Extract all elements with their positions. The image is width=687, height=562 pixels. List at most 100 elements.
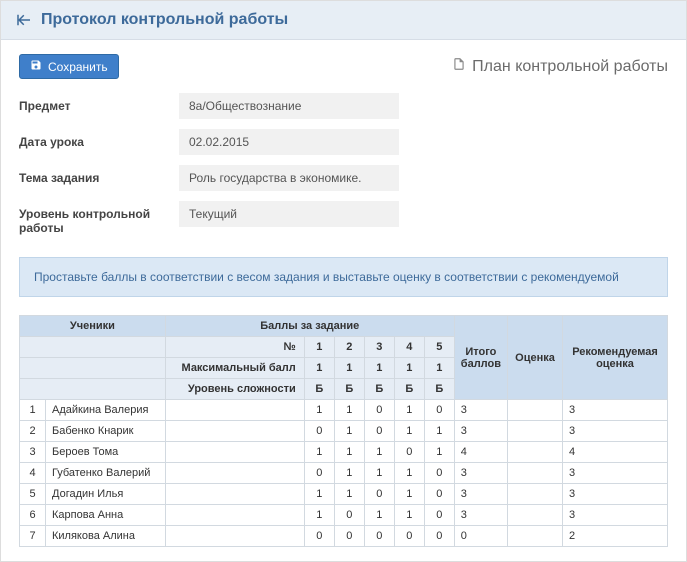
score-cell[interactable]: 0	[424, 463, 454, 484]
plan-link-label: План контрольной работы	[472, 58, 668, 76]
plan-link[interactable]: План контрольной работы	[452, 56, 668, 77]
task-max-4: 1	[394, 358, 424, 379]
row-pad	[165, 442, 304, 463]
date-row: Дата урока 02.02.2015	[19, 129, 668, 155]
score-cell[interactable]: 1	[394, 505, 424, 526]
score-cell[interactable]: 1	[364, 442, 394, 463]
score-cell[interactable]: 1	[304, 400, 334, 421]
score-cell[interactable]: 1	[394, 484, 424, 505]
score-cell[interactable]: 1	[334, 421, 364, 442]
score-cell[interactable]: 1	[394, 400, 424, 421]
score-cell[interactable]: 1	[424, 442, 454, 463]
score-cell[interactable]: 1	[364, 463, 394, 484]
student-name: Адайкина Валерия	[46, 400, 166, 421]
score-cell[interactable]: 0	[424, 505, 454, 526]
topic-label: Тема задания	[19, 165, 179, 185]
score-cell[interactable]: 1	[304, 484, 334, 505]
back-icon[interactable]	[15, 11, 33, 29]
grade-cell[interactable]	[508, 463, 563, 484]
subject-value: 8а/Обществознание	[179, 93, 399, 119]
score-cell[interactable]: 0	[334, 526, 364, 547]
rec-cell: 3	[563, 400, 668, 421]
total-cell: 3	[454, 463, 507, 484]
save-button-label: Сохранить	[48, 60, 108, 74]
score-cell[interactable]: 0	[424, 484, 454, 505]
th-total: Итого баллов	[454, 316, 507, 400]
page-header: Протокол контрольной работы	[1, 1, 686, 40]
score-cell[interactable]: 0	[334, 505, 364, 526]
row-num: 5	[20, 484, 46, 505]
score-cell[interactable]: 1	[394, 463, 424, 484]
document-icon	[452, 56, 466, 77]
score-cell[interactable]: 0	[304, 463, 334, 484]
rec-cell: 4	[563, 442, 668, 463]
row-num: 6	[20, 505, 46, 526]
task-diff-label: Уровень сложности	[165, 379, 304, 400]
save-button[interactable]: Сохранить	[19, 54, 119, 79]
score-cell[interactable]: 1	[334, 463, 364, 484]
th-scores: Баллы за задание	[165, 316, 454, 337]
student-name: Бероев Тома	[46, 442, 166, 463]
grade-cell[interactable]	[508, 400, 563, 421]
table-row: 4Губатенко Валерий0111033	[20, 463, 668, 484]
table-row: 2Бабенко Кнарик0101133	[20, 421, 668, 442]
score-cell[interactable]: 1	[364, 505, 394, 526]
score-cell[interactable]: 1	[424, 421, 454, 442]
score-cell[interactable]: 0	[304, 421, 334, 442]
score-cell[interactable]: 1	[334, 400, 364, 421]
score-cell[interactable]: 1	[334, 484, 364, 505]
grade-cell[interactable]	[508, 421, 563, 442]
row-num: 3	[20, 442, 46, 463]
total-cell: 3	[454, 505, 507, 526]
task-num-label: №	[165, 337, 304, 358]
task-diff-4: Б	[394, 379, 424, 400]
score-cell[interactable]: 1	[304, 442, 334, 463]
level-row: Уровень контрольной работы Текущий	[19, 201, 668, 235]
date-label: Дата урока	[19, 129, 179, 149]
score-cell[interactable]: 0	[424, 526, 454, 547]
task-diff-3: Б	[364, 379, 394, 400]
task-num-5: 5	[424, 337, 454, 358]
grade-cell[interactable]	[508, 526, 563, 547]
task-max-3: 1	[364, 358, 394, 379]
score-cell[interactable]: 0	[364, 421, 394, 442]
table-row: 6Карпова Анна1011033	[20, 505, 668, 526]
total-cell: 4	[454, 442, 507, 463]
total-cell: 3	[454, 421, 507, 442]
page-title: Протокол контрольной работы	[41, 11, 288, 29]
total-cell: 3	[454, 484, 507, 505]
score-cell[interactable]: 1	[304, 505, 334, 526]
grade-cell[interactable]	[508, 442, 563, 463]
student-name: Губатенко Валерий	[46, 463, 166, 484]
row-pad	[165, 505, 304, 526]
table-row: 3Бероев Тома1110144	[20, 442, 668, 463]
score-cell[interactable]: 0	[304, 526, 334, 547]
student-name: Килякова Алина	[46, 526, 166, 547]
score-cell[interactable]: 0	[364, 484, 394, 505]
score-cell[interactable]: 0	[364, 526, 394, 547]
table-row: 1Адайкина Валерия1101033	[20, 400, 668, 421]
grade-cell[interactable]	[508, 484, 563, 505]
th-grade: Оценка	[508, 316, 563, 400]
topic-value: Роль государства в экономике.	[179, 165, 399, 191]
student-name: Карпова Анна	[46, 505, 166, 526]
score-cell[interactable]: 0	[364, 400, 394, 421]
subject-label: Предмет	[19, 93, 179, 113]
row-num: 2	[20, 421, 46, 442]
score-cell[interactable]: 0	[394, 442, 424, 463]
row-num: 4	[20, 463, 46, 484]
th-students: Ученики	[20, 316, 166, 337]
scores-table: УченикиБаллы за заданиеИтого балловОценк…	[19, 315, 668, 547]
task-diff-5: Б	[424, 379, 454, 400]
task-num-4: 4	[394, 337, 424, 358]
date-value: 02.02.2015	[179, 129, 399, 155]
info-banner: Проставьте баллы в соответствии с весом …	[19, 257, 668, 297]
score-cell[interactable]: 0	[424, 400, 454, 421]
subject-row: Предмет 8а/Обществознание	[19, 93, 668, 119]
score-cell[interactable]: 0	[394, 526, 424, 547]
grade-cell[interactable]	[508, 505, 563, 526]
task-num-1: 1	[304, 337, 334, 358]
score-cell[interactable]: 1	[394, 421, 424, 442]
table-row: 7Килякова Алина0000002	[20, 526, 668, 547]
score-cell[interactable]: 1	[334, 442, 364, 463]
